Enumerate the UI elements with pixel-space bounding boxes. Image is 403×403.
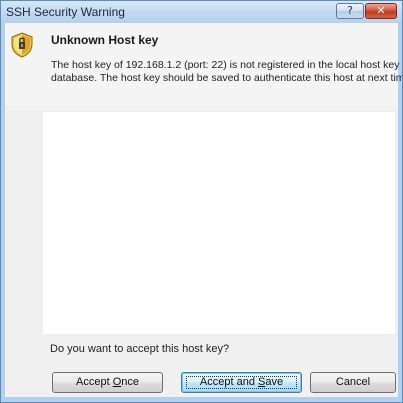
- window-title: SSH Security Warning: [6, 5, 125, 19]
- dialog-heading: Unknown Host key: [51, 33, 159, 47]
- warning-message-line-2: database. The host key should be saved t…: [51, 72, 403, 84]
- accept-once-mnemonic: O: [112, 376, 122, 388]
- accept-and-save-button[interactable]: Accept and Save: [181, 372, 302, 393]
- accept-save-label-post: ave: [265, 376, 284, 388]
- close-button[interactable]: ✕: [365, 3, 397, 19]
- close-icon: ✕: [376, 4, 386, 17]
- accept-save-label-pre: Accept and: [199, 376, 258, 388]
- title-bar[interactable]: SSH Security Warning ? ✕: [1, 1, 402, 23]
- host-key-textbox[interactable]: [43, 112, 395, 334]
- accept-question: Do you want to accept this host key?: [50, 343, 230, 355]
- security-warning-icon: [11, 32, 33, 58]
- accept-once-label-pre: Accept: [76, 376, 113, 388]
- accept-once-button[interactable]: Accept Once: [52, 372, 163, 393]
- warning-header: Unknown Host key The host key of 192.168…: [5, 23, 403, 106]
- ssh-security-warning-dialog: SSH Security Warning ? ✕ Unknown Host ke…: [0, 0, 403, 403]
- warning-message-line-1: The host key of 192.168.1.2 (port: 22) i…: [51, 59, 400, 71]
- accept-once-label-post: nce: [121, 376, 139, 388]
- warning-message: The host key of 192.168.1.2 (port: 22) i…: [51, 59, 403, 85]
- cancel-button[interactable]: Cancel: [310, 372, 396, 393]
- help-button[interactable]: ?: [336, 3, 364, 19]
- dialog-body: Unknown Host key The host key of 192.168…: [5, 23, 403, 397]
- help-icon: ?: [347, 4, 353, 17]
